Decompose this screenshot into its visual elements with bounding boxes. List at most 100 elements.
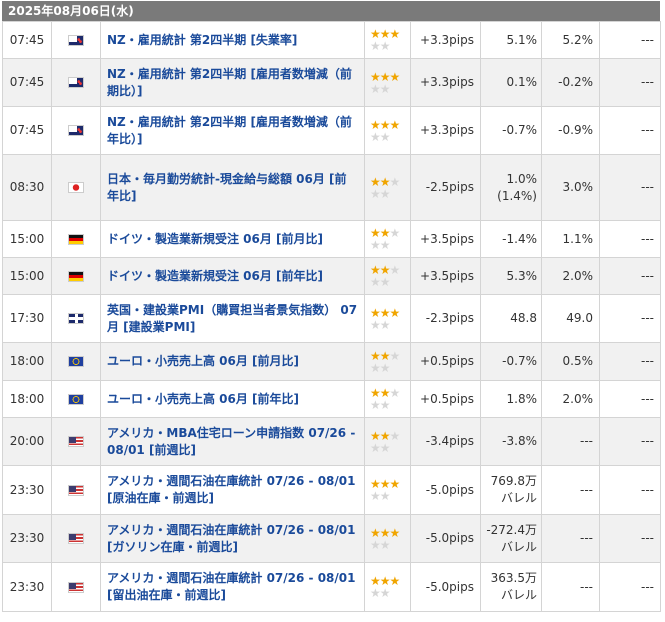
star-icon: ★ bbox=[370, 275, 381, 289]
pips-move: -2.3pips bbox=[410, 294, 481, 343]
germany-flag-icon bbox=[68, 233, 84, 245]
result-value: -3.8% bbox=[480, 417, 542, 466]
nz-flag-icon bbox=[68, 125, 84, 136]
previous-value: --- bbox=[599, 342, 661, 381]
forecast-value: 3.0% bbox=[541, 154, 600, 221]
forecast-value: --- bbox=[541, 465, 600, 515]
flag-cell bbox=[51, 417, 101, 466]
table-row: 15:00 ドイツ・製造業新規受注 06月 [前月比] ★★★ ★★ +3.5pips -… bbox=[2, 220, 661, 258]
star-rating-bottom: ★★ bbox=[370, 587, 410, 599]
star-icon: ★ bbox=[379, 489, 391, 503]
result-value: -0.7% bbox=[480, 106, 542, 155]
star-rating-bottom: ★★ bbox=[370, 319, 410, 331]
star-icon: ★ bbox=[379, 360, 391, 375]
event-time: 23:30 bbox=[2, 465, 52, 515]
date-header: 2025年08月06日(水) bbox=[2, 1, 660, 21]
importance-stars: ★★★ ★★ bbox=[364, 380, 411, 418]
flag-cell bbox=[51, 342, 101, 381]
star-rating-bottom: ★★ bbox=[370, 539, 410, 551]
us-flag-icon bbox=[68, 581, 84, 593]
pips-move: +0.5pips bbox=[410, 342, 481, 381]
event-time: 17:30 bbox=[2, 294, 52, 343]
result-value: -0.7% bbox=[480, 342, 542, 381]
forecast-value: -0.9% bbox=[541, 106, 600, 155]
star-icon: ★ bbox=[370, 537, 381, 552]
indicator-name-link[interactable]: NZ・雇用統計 第2四半期 [失業率] bbox=[100, 21, 365, 59]
table-row: 07:45 NZ・雇用統計 第2四半期 [失業率] ★★★ ★★ +3.3pips 5.1… bbox=[2, 21, 661, 59]
forecast-value: 2.0% bbox=[541, 380, 600, 418]
previous-value: --- bbox=[599, 294, 661, 343]
star-icon: ★ bbox=[379, 275, 391, 289]
star-rating-bottom: ★★ bbox=[370, 399, 410, 411]
pips-move: +3.3pips bbox=[410, 106, 481, 155]
indicator-name-link[interactable]: ドイツ・製造業新規受注 06月 [前年比] bbox=[100, 257, 365, 295]
star-icon: ★ bbox=[379, 537, 391, 552]
table-row: 15:00 ドイツ・製造業新規受注 06月 [前年比] ★★★ ★★ +3.5pips 5… bbox=[2, 257, 661, 295]
star-icon: ★ bbox=[370, 440, 381, 455]
importance-stars: ★★★ ★★ bbox=[364, 294, 411, 343]
star-icon: ★ bbox=[389, 525, 401, 540]
indicator-name-link[interactable]: NZ・雇用統計 第2四半期 [雇用者数増減（前年比）] bbox=[100, 106, 365, 155]
indicator-name-link[interactable]: アメリカ・週間石油在庫統計 07/26 - 08/01 [原油在庫・前週比] bbox=[100, 465, 365, 515]
eu-flag-icon bbox=[68, 356, 84, 367]
eu-flag-icon bbox=[68, 393, 84, 405]
forecast-value: 2.0% bbox=[541, 257, 600, 295]
star-icon: ★ bbox=[370, 586, 381, 600]
star-rating-bottom: ★★ bbox=[370, 442, 410, 454]
importance-stars: ★★★ ★★ bbox=[364, 21, 411, 59]
previous-value: --- bbox=[599, 562, 661, 612]
economic-calendar: 2025年08月06日(水) 07:45 NZ・雇用統計 第2四半期 [失業率] ★… bbox=[2, 1, 661, 612]
result-value: -272.4万バレル bbox=[480, 514, 542, 563]
star-icon: ★ bbox=[370, 398, 381, 412]
japan-flag-icon bbox=[68, 182, 84, 193]
result-value: -1.4% bbox=[480, 220, 542, 258]
indicator-name-link[interactable]: 英国・建設業PMI（購買担当者景気指数） 07月 [建設業PMI] bbox=[100, 294, 365, 343]
flag-cell bbox=[51, 562, 101, 612]
flag-cell bbox=[51, 514, 101, 563]
event-time: 07:45 bbox=[2, 106, 52, 155]
importance-stars: ★★★ ★★ bbox=[364, 514, 411, 563]
indicator-name-link[interactable]: アメリカ・週間石油在庫統計 07/26 - 08/01 [留出油在庫・前週比] bbox=[100, 562, 365, 612]
previous-value: --- bbox=[599, 465, 661, 515]
indicator-name-link[interactable]: アメリカ・週間石油在庫統計 07/26 - 08/01 [ガソリン在庫・前週比] bbox=[100, 514, 365, 563]
importance-stars: ★★★ ★★ bbox=[364, 220, 411, 258]
indicator-name-link[interactable]: ユーロ・小売売上高 06月 [前年比] bbox=[100, 380, 365, 418]
forecast-value: --- bbox=[541, 562, 600, 612]
importance-stars: ★★★ ★★ bbox=[364, 58, 411, 107]
star-rating-bottom: ★★ bbox=[370, 276, 410, 288]
pips-move: +3.5pips bbox=[410, 220, 481, 258]
us-flag-icon bbox=[68, 436, 84, 447]
germany-flag-icon bbox=[68, 270, 84, 282]
indicator-name-link[interactable]: ユーロ・小売売上高 06月 [前月比] bbox=[100, 342, 365, 381]
indicator-name-link[interactable]: NZ・雇用統計 第2四半期 [雇用者数増減（前期比）] bbox=[100, 58, 365, 107]
previous-value: --- bbox=[599, 417, 661, 466]
pips-move: -5.0pips bbox=[410, 514, 481, 563]
indicator-name-link[interactable]: ドイツ・製造業新規受注 06月 [前月比] bbox=[100, 220, 365, 258]
result-value: 0.1% bbox=[480, 58, 542, 107]
forecast-value: 5.2% bbox=[541, 21, 600, 59]
star-icon: ★ bbox=[379, 317, 391, 332]
pips-move: -3.4pips bbox=[410, 417, 481, 466]
forecast-value: -0.2% bbox=[541, 58, 600, 107]
importance-stars: ★★★ ★★ bbox=[364, 154, 411, 221]
star-icon: ★ bbox=[389, 305, 401, 320]
previous-value: --- bbox=[599, 257, 661, 295]
star-icon: ★ bbox=[370, 238, 381, 252]
indicator-name-link[interactable]: 日本・毎月勤労統計-現金給与総額 06月 [前年比] bbox=[100, 154, 365, 221]
star-rating-bottom: ★★ bbox=[370, 188, 410, 200]
table-row: 07:45 NZ・雇用統計 第2四半期 [雇用者数増減（前期比）] ★★★ ★★ +3.… bbox=[2, 58, 661, 107]
event-time: 23:30 bbox=[2, 562, 52, 612]
star-icon: ★ bbox=[389, 574, 401, 588]
star-rating-bottom: ★★ bbox=[370, 40, 410, 52]
table-row: 17:30 英国・建設業PMI（購買担当者景気指数） 07月 [建設業PMI] ★★… bbox=[2, 294, 661, 343]
star-rating-bottom: ★★ bbox=[370, 490, 410, 502]
pips-move: +3.5pips bbox=[410, 257, 481, 295]
star-rating-bottom: ★★ bbox=[370, 83, 410, 95]
previous-value: --- bbox=[599, 58, 661, 107]
star-icon: ★ bbox=[389, 117, 401, 132]
indicator-name-link[interactable]: アメリカ・MBA住宅ローン申請指数 07/26 - 08/01 [前週比] bbox=[100, 417, 365, 466]
flag-cell bbox=[51, 220, 101, 258]
event-time: 18:00 bbox=[2, 380, 52, 418]
flag-cell bbox=[51, 58, 101, 107]
star-icon: ★ bbox=[379, 398, 391, 412]
